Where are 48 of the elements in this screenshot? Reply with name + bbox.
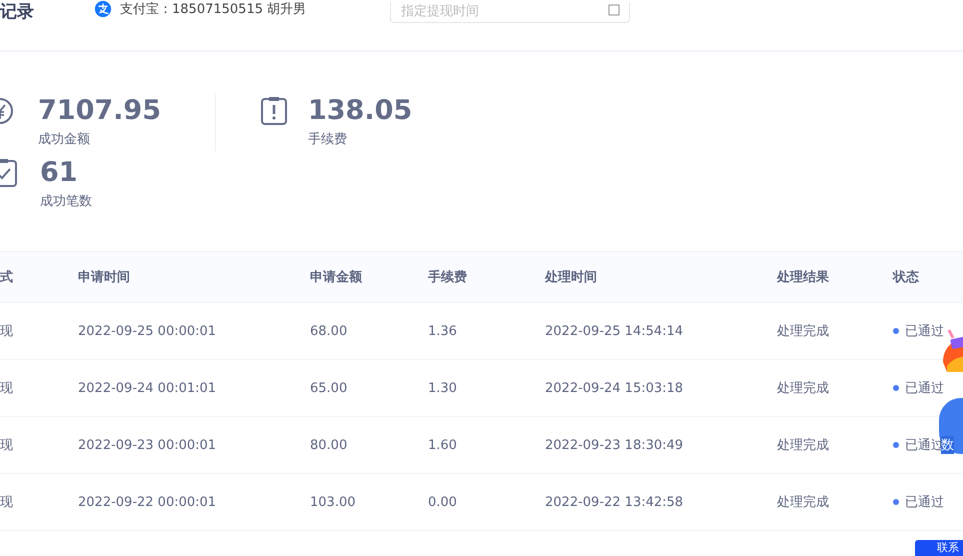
account-label: 支付宝：18507150515 胡升男 xyxy=(120,1,308,18)
table-cell-text: 现 xyxy=(0,380,14,397)
column-header: 申请金额 xyxy=(310,268,363,286)
table-cell-text: 处理完成 xyxy=(777,323,830,340)
stat-label: 成功金额 xyxy=(38,131,91,148)
column-header: 处理时间 xyxy=(545,269,598,286)
table-cell-text: 2022-09-25 14:54:14 xyxy=(545,324,684,338)
page-title: 记录 xyxy=(0,1,35,23)
table-cell-text: 80.00 xyxy=(310,438,348,452)
table-cell-text: 处理完成 xyxy=(777,437,830,454)
table-cell-text: 2022-09-23 00:00:01 xyxy=(78,438,218,452)
table-cell-text: 2022-09-22 13:42:58 xyxy=(545,494,684,510)
table-cell-text: 处理完成 xyxy=(777,380,830,397)
table-cell-text: 2022-09-23 18:30:49 xyxy=(545,438,684,452)
status-label: 已通过 xyxy=(905,380,944,397)
table-cell-text: 现 xyxy=(0,323,14,340)
contact-button[interactable]: 联系 xyxy=(915,540,963,556)
table-cell-text: 1.60 xyxy=(428,438,458,452)
stat-label: 手续费 xyxy=(308,131,348,148)
table-cell-text: 0.00 xyxy=(428,494,458,510)
stat-value: 61 xyxy=(40,156,79,190)
stat-value: 138.05 xyxy=(308,94,412,128)
status-label: 已通过 xyxy=(905,494,944,511)
status-label: 已通过 xyxy=(905,323,944,340)
column-header: 状态 xyxy=(893,269,920,286)
table-cell-text: 2022-09-24 15:03:18 xyxy=(545,380,684,396)
table-cell-text: 68.00 xyxy=(310,324,348,338)
table-cell-text: 现 xyxy=(0,494,14,511)
date-field[interactable]: 指定提现时间 xyxy=(390,2,630,22)
table-cell-text: 现 xyxy=(0,437,14,454)
table-cell-text: 103.00 xyxy=(310,494,356,510)
column-header: 处理结果 xyxy=(777,269,830,286)
column-header: 手续费 xyxy=(428,268,468,286)
table-cell-text: 65.00 xyxy=(310,380,348,396)
stat-label: 成功笔数 xyxy=(40,193,92,210)
clipboard-alert-icon xyxy=(260,96,288,126)
clipboard-check-icon xyxy=(0,158,20,188)
alipay-logo-icon xyxy=(94,0,112,18)
calendar-icon xyxy=(608,4,620,16)
table-cell-text: 2022-09-25 00:00:01 xyxy=(78,324,218,338)
table-cell-text: 2022-09-24 00:01:01 xyxy=(78,380,218,396)
table-cell-text: 2022-09-22 00:00:01 xyxy=(78,494,218,510)
column-header: 申请时间 xyxy=(78,269,131,286)
stat-value: 7107.95 xyxy=(38,94,161,128)
table-cell-text: 1.30 xyxy=(428,380,458,396)
column-header: 式 xyxy=(0,269,14,286)
table-cell-text: 1.36 xyxy=(428,324,458,338)
table-cell-text: 处理完成 xyxy=(777,494,830,511)
